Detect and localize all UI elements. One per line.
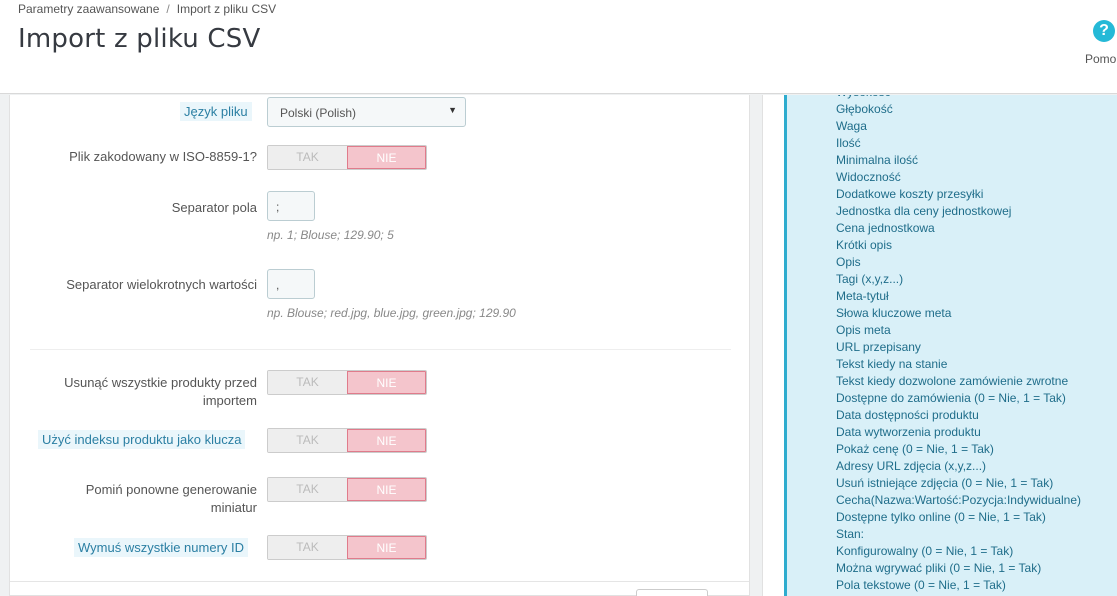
delete-all-label: Usunąć wszystkie produkty przed importem [30,374,257,410]
field-list-item: URL przepisany [836,340,921,354]
delete-all-label-line1: Usunąć wszystkie produkty przed [64,375,257,390]
field-list-item: Data wytworzenia produktu [836,425,981,439]
iso-encoding-no[interactable]: NIE [347,146,426,169]
field-list-item: Cena jednostkowa [836,221,935,235]
field-list-item: Można wgrywać pliki (0 = Nie, 1 = Tak) [836,561,1042,575]
chevron-down-icon: ▼ [448,105,457,115]
force-ids-toggle[interactable]: TAK NIE [267,535,427,560]
import-form-panel: Język pliku Polski (Polish) ▼ Plik zakod… [9,95,750,596]
available-fields-panel: WysokośćGłębokośćWagaIlośćMinimalna iloś… [762,95,1117,596]
delete-all-toggle[interactable]: TAK NIE [267,370,427,395]
breadcrumb: Parametry zaawansowane / Import z pliku CS… [18,2,276,16]
field-list-item: Minimalna ilość [836,153,919,167]
field-list-item: Dodatkowe koszty przesyłki [836,187,984,201]
field-list-item: Pola tekstowe (0 = Nie, 1 = Tak) [836,578,1006,592]
field-separator-input[interactable]: ; [267,191,315,221]
field-list-item: Data dostępności produktu [836,408,979,422]
multi-separator-label: Separator wielokrotnych wartości [66,277,257,292]
skip-thumbs-toggle[interactable]: TAK NIE [267,477,427,502]
use-ref-key-no[interactable]: NIE [347,429,426,452]
use-ref-key-label: Użyć indeksu produktu jako klucza [38,430,246,449]
breadcrumb-separator: / [166,2,170,16]
field-list-item: Słowa kluczowe meta [836,306,952,320]
use-ref-key-toggle[interactable]: TAK NIE [267,428,427,453]
field-separator-label: Separator pola [171,200,257,215]
delete-all-no[interactable]: NIE [347,371,426,394]
delete-all-label-line2: importem [202,393,257,408]
page-header: Parametry zaawansowane / Import z pliku CS… [0,0,1117,94]
skip-thumbs-label-line1: Pomiń ponowne generowanie [85,482,257,497]
breadcrumb-item-current: Import z pliku CSV [176,2,277,16]
help-button[interactable]: ? Pomo [1085,20,1117,66]
language-label: Język pliku [180,102,252,121]
field-list-item: Pokaż cenę (0 = Nie, 1 = Tak) [836,442,994,456]
field-list-item: Głębokość [836,102,893,116]
field-list-item: Usuń istniejące zdjęcia (0 = Nie, 1 = Ta… [836,476,1054,490]
help-icon: ? [1093,20,1115,42]
field-list-item: Jednostka dla ceny jednostkowej [836,204,1012,218]
field-separator-hint: np. 1; Blouse; 129.90; 5 [267,228,394,242]
skip-thumbs-no[interactable]: NIE [347,478,426,501]
multi-separator-input[interactable]: , [267,269,315,299]
page-title: Import z pliku CSV [18,24,261,54]
iso-encoding-yes[interactable]: TAK [268,146,347,169]
field-list-item: Opis meta [836,323,891,337]
breadcrumb-item-advanced[interactable]: Parametry zaawansowane [18,2,159,16]
footer-button[interactable] [636,589,708,596]
available-fields-list: WysokośćGłębokośćWagaIlośćMinimalna iloś… [784,95,1117,596]
field-list-item: Ilość [836,136,861,150]
field-list-item: Waga [836,119,867,133]
delete-all-yes[interactable]: TAK [268,371,347,394]
force-ids-yes[interactable]: TAK [268,536,347,559]
field-list-item: Tagi (x,y,z...) [836,272,904,286]
field-list-item: Widoczność [836,170,901,184]
panel-footer-divider [10,581,749,582]
field-list-item: Stan: [836,527,865,541]
language-select[interactable]: Polski (Polish) ▼ [267,97,466,127]
skip-thumbs-label-line2: miniatur [210,500,257,515]
language-select-value: Polski (Polish) [280,106,357,120]
force-ids-no[interactable]: NIE [347,536,426,559]
iso-encoding-toggle[interactable]: TAK NIE [267,145,427,170]
section-divider [30,349,731,350]
field-list-item: Cecha(Nazwa:Wartość:Pozycja:Indywidualne… [836,493,1081,507]
force-ids-label: Wymuś wszystkie numery ID [74,538,249,557]
field-list-item: Opis [836,255,861,269]
field-list-item: Adresy URL zdjęcia (x,y,z...) [836,459,987,473]
field-list-item: Dostępne do zamówienia (0 = Nie, 1 = Tak… [836,391,1066,405]
help-label: Pomo [1085,52,1117,66]
skip-thumbs-label: Pomiń ponowne generowanie miniatur [30,481,257,517]
use-ref-key-yes[interactable]: TAK [268,429,347,452]
field-list-item: Tekst kiedy dozwolone zamówienie zwrotne [836,374,1069,388]
skip-thumbs-yes[interactable]: TAK [268,478,347,501]
field-list-item: Krótki opis [836,238,893,252]
iso-encoding-label: Plik zakodowany w ISO-8859-1? [69,149,257,164]
multi-separator-hint: np. Blouse; red.jpg, blue.jpg, green.jpg… [267,306,516,320]
field-list-item: Konfigurowalny (0 = Nie, 1 = Tak) [836,544,1014,558]
field-list-item: Tekst kiedy na stanie [836,357,948,371]
field-list-item: Dostępne tylko online (0 = Nie, 1 = Tak) [836,510,1046,524]
field-list-item: Meta-tytuł [836,289,889,303]
fields-ul: WysokośćGłębokośćWagaIlośćMinimalna iloś… [836,95,1081,594]
